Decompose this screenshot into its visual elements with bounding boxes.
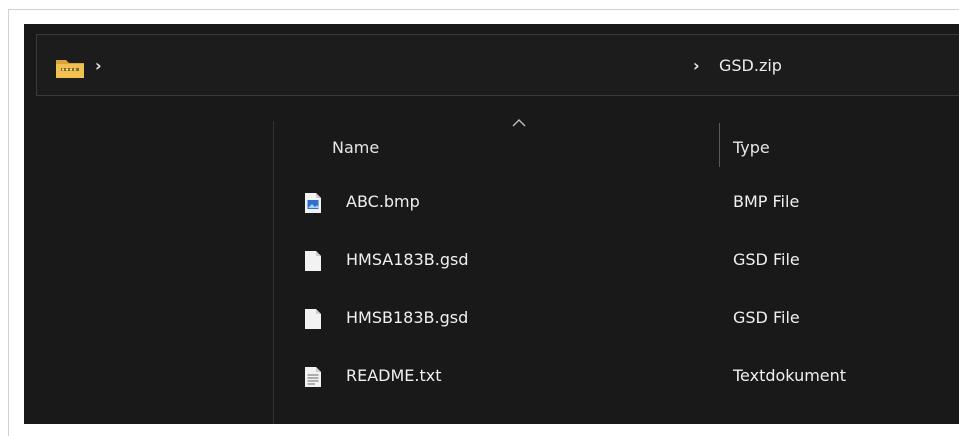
file-row-hmsa183b-gsd[interactable]: HMSA183B.gsd GSD File <box>304 240 959 280</box>
generic-file-icon <box>305 251 321 271</box>
file-name: HMSA183B.gsd <box>346 250 469 269</box>
sort-ascending-icon <box>512 119 526 127</box>
file-name: HMSB183B.gsd <box>346 308 469 327</box>
file-name: README.txt <box>346 366 442 385</box>
file-row-abc-bmp[interactable]: ABC.bmp BMP File <box>304 182 959 222</box>
address-bar[interactable]: › › GSD.zip <box>36 34 959 96</box>
file-row-readme-txt[interactable]: README.txt Textdokument <box>304 356 959 396</box>
column-header-type[interactable]: Type <box>733 136 770 160</box>
generic-file-icon <box>305 309 321 329</box>
file-name: ABC.bmp <box>346 192 420 211</box>
image-file-icon <box>305 193 321 213</box>
zip-folder-icon <box>56 60 84 78</box>
text-file-icon <box>305 367 321 387</box>
file-explorer-window: › › GSD.zip Name Type ABC.bmp BMP File H… <box>24 24 959 424</box>
file-type: GSD File <box>733 250 800 269</box>
navigation-pane-divider[interactable] <box>273 121 274 424</box>
file-type: GSD File <box>733 308 800 327</box>
column-resize-divider[interactable] <box>719 123 720 167</box>
chevron-right-icon[interactable]: › <box>693 55 700 77</box>
chevron-right-icon[interactable]: › <box>95 55 102 77</box>
column-header-name[interactable]: Name <box>332 136 379 160</box>
file-type: BMP File <box>733 192 800 211</box>
file-row-hmsb183b-gsd[interactable]: HMSB183B.gsd GSD File <box>304 298 959 338</box>
breadcrumb-gsd-zip[interactable]: GSD.zip <box>719 54 782 78</box>
file-type: Textdokument <box>733 366 847 385</box>
